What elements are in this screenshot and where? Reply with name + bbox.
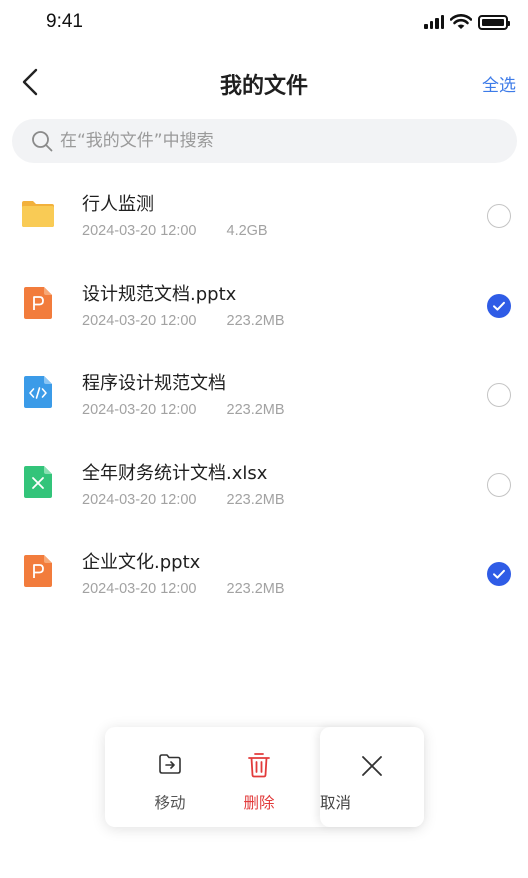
file-name: 企业文化.pptx (82, 552, 201, 573)
delete-label: 删除 (243, 794, 275, 812)
file-item-pptx[interactable]: 企业文化.pptx 2024-03-20 12:00 223.2MB (0, 526, 528, 616)
delete-button[interactable]: 删除 (214, 727, 304, 827)
cellular-signal-icon (424, 15, 444, 29)
checkmark-icon (493, 301, 505, 311)
cancel-label: 取消 (320, 794, 352, 812)
file-item-xlsx[interactable]: 全年财务统计文档.xlsx 2024-03-20 12:00 223.2MB (0, 437, 528, 527)
file-date: 2024-03-20 12:00 (82, 402, 197, 418)
file-meta: 2024-03-20 12:00 223.2MB (82, 581, 285, 597)
search-bar[interactable] (12, 119, 517, 163)
trash-icon (248, 753, 270, 778)
file-meta: 2024-03-20 12:00 223.2MB (82, 313, 285, 329)
file-meta: 2024-03-20 12:00 223.2MB (82, 402, 285, 418)
select-checkbox-checked[interactable] (487, 293, 511, 318)
folder-icon (22, 201, 54, 227)
file-meta: 2024-03-20 12:00 223.2MB (82, 492, 285, 508)
cancel-button[interactable]: 取消 (320, 727, 424, 827)
file-meta: 2024-03-20 12:00 4.2GB (82, 223, 268, 239)
excel-file-icon (24, 465, 52, 498)
file-date: 2024-03-20 12:00 (82, 491, 197, 508)
file-size: 223.2MB (226, 312, 285, 329)
search-icon (32, 131, 53, 152)
file-name: 全年财务统计文档.xlsx (82, 462, 268, 484)
status-bar: 9:41 (0, 0, 528, 44)
wifi-icon (450, 14, 472, 29)
ppt-file-icon (24, 286, 52, 319)
move-label: 移动 (154, 794, 186, 812)
search-input[interactable] (60, 131, 460, 151)
battery-icon (478, 14, 510, 30)
file-size: 223.2MB (226, 581, 285, 597)
file-name: 程序设计规范文档 (82, 373, 226, 394)
move-button[interactable]: 移动 (125, 727, 215, 827)
file-size: 223.2MB (226, 491, 285, 508)
close-icon (362, 756, 382, 776)
file-item-code[interactable]: 程序设计规范文档 2024-03-20 12:00 223.2MB (0, 347, 528, 437)
file-date: 2024-03-20 12:00 (82, 223, 197, 239)
status-icons (424, 14, 510, 30)
file-name: 行人监测 (82, 194, 154, 215)
select-checkbox[interactable] (487, 472, 511, 497)
file-item-pptx[interactable]: 设计规范文档.pptx 2024-03-20 12:00 223.2MB (0, 258, 528, 348)
select-checkbox[interactable] (487, 204, 511, 228)
nav-bar: 我的文件 全选 (0, 56, 528, 108)
status-time: 9:41 (46, 11, 83, 32)
file-size: 4.2GB (226, 223, 268, 239)
file-date: 2024-03-20 12:00 (82, 581, 197, 597)
select-checkbox-checked[interactable] (487, 562, 511, 586)
ppt-file-icon (24, 555, 52, 587)
code-file-icon (24, 376, 52, 408)
move-to-folder-icon (159, 754, 181, 774)
action-bar: 移动 删除 取消 (105, 727, 424, 827)
file-size: 223.2MB (226, 402, 285, 418)
select-all-button[interactable]: 全选 (482, 71, 516, 96)
checkmark-icon (493, 569, 505, 579)
file-list: 行人监测 2024-03-20 12:00 4.2GB 设计规范文档.pptx 2… (0, 168, 528, 616)
select-checkbox[interactable] (487, 383, 511, 407)
file-date: 2024-03-20 12:00 (82, 312, 197, 329)
file-name: 设计规范文档.pptx (82, 283, 237, 305)
page-title: 我的文件 (219, 74, 308, 99)
file-item-folder[interactable]: 行人监测 2024-03-20 12:00 4.2GB (0, 168, 528, 258)
